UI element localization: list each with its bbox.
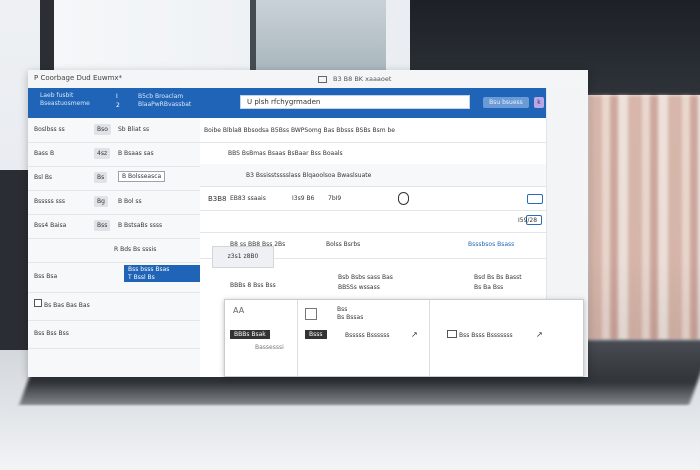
main-row-text: EB83 ssaais	[230, 195, 266, 202]
main-row-text: Boibe Blbla8 Bbsodsa B5Bss BWPSomg Bas B…	[204, 127, 395, 134]
background-desk	[0, 405, 700, 470]
sidebar-row-label: Bss Bsa	[34, 273, 58, 280]
dialog-text: Bs Bssas	[337, 314, 364, 321]
sidebar-row-chip[interactable]: Bss	[94, 220, 111, 231]
dialog-action-button[interactable]: BBBs Bsak	[230, 330, 270, 339]
main-row: BBS BsBmas Bsaas BsBaar Bss Boaals	[200, 142, 546, 165]
sidebar-row[interactable]: Bss Bss Bss	[28, 320, 200, 349]
header-action-button[interactable]: Bsu bsuess	[483, 97, 529, 108]
window-title: P Coorbage Dud Euwmx*	[34, 74, 123, 82]
sidebar-row[interactable]: Bss Bsa Bss bsss Bsas T Bssl Bs	[28, 262, 212, 293]
header-step-2: 2	[116, 102, 120, 109]
slider-handle-icon[interactable]	[527, 194, 543, 204]
main-row: B3 Bssisstsssslass Blqaoolsoa Bwaslsuate	[200, 164, 546, 187]
main-row-text: BBBs 8 Bss Bss	[230, 282, 276, 289]
selected-item-line2: T Bssl Bs	[128, 274, 155, 281]
search-input[interactable]: U plsh rfchygrmaden	[240, 95, 470, 109]
main-row: B3B8 EB83 ssaais I3s9 B6 7bI9 I59/28	[200, 186, 546, 211]
main-row-link[interactable]: Bsssbsos Bsass	[468, 241, 514, 248]
dialog-text: Bss	[337, 306, 348, 313]
main-row-text: Bsb Bsbs sass Bas	[338, 274, 393, 281]
floating-card[interactable]: z3s1 z8B0	[212, 246, 274, 268]
sidebar-row[interactable]: Bs Bas Bas Bas	[28, 292, 200, 321]
dialog-text: Bsssss Bssssss	[345, 332, 390, 339]
sidebar-row[interactable]: R Bds Bs sssis	[28, 238, 200, 263]
title-path: B3 B8 BK xaaaoet	[333, 75, 392, 83]
sidebar-row-chip[interactable]: 4sz	[94, 148, 111, 159]
dialog-panel: AA BBBs Bsak Bassesssi Bss Bs Bssas Bsss…	[224, 299, 584, 377]
sidebar-row-chip[interactable]: Bso	[94, 124, 111, 135]
sidebar-row[interactable]: Boslbss ss Bso Sb Bliat ss	[28, 118, 200, 143]
dialog-logo: AA	[233, 306, 245, 315]
main-row-text: B3 Bssisstsssslass Blqaoolsoa Bwaslsuate	[246, 172, 372, 179]
main-row: Boibe Blbla8 Bbsodsa B5Bss BWPSomg Bas B…	[200, 118, 546, 143]
sidebar-row-label: Bs Bas Bas Bas	[44, 302, 90, 309]
sidebar-row-value: Sb Bliat ss	[118, 126, 150, 133]
dialog-image-icon	[305, 308, 317, 320]
main-row-text: I3s9 B6	[292, 195, 315, 202]
sidebar-row-label: Bass B	[34, 150, 55, 157]
dialog-button[interactable]: Bsss	[305, 330, 327, 339]
dialog-column: Bss Bsss Bsssssss ↗	[429, 300, 582, 376]
sidebar-selected-item[interactable]: Bss bsss Bsas T Bssl Bs	[124, 265, 212, 282]
background-window-pane	[250, 0, 386, 72]
arrow-icon[interactable]: ↗	[411, 330, 418, 339]
dialog-text: Bss Bsss Bsssssss	[459, 332, 513, 339]
comment-icon[interactable]	[447, 330, 457, 338]
sidebar-row[interactable]: Bass B 4sz B Bsaas sas	[28, 142, 200, 167]
header-step-indicator: I 2	[116, 92, 120, 110]
sidebar-row-value: B BstsaBs ssss	[118, 222, 163, 229]
sidebar-row-label: Bsssss sss	[34, 198, 66, 205]
background-monitor	[588, 95, 700, 340]
sidebar-checkbox[interactable]	[34, 299, 42, 307]
header-mid-labels: B5cb Broaclam BlaaPwRBvassbat	[138, 93, 191, 109]
header-step-1: I	[116, 93, 118, 100]
header-left-line2: Bseastuosmeme	[40, 100, 90, 107]
title-bar: P Coorbage Dud Euwmx* B3 B8 BK xaaaoet	[28, 70, 588, 89]
link-icon[interactable]: Bg	[94, 196, 108, 207]
main-row-code: B3B8	[208, 195, 227, 203]
arrow-icon[interactable]: ↗	[536, 330, 543, 339]
sidebar-row-value: R Bds Bs sssis	[114, 246, 157, 253]
sidebar-row[interactable]: Bsl Bs Bs B Bolsseasca	[28, 166, 200, 191]
sidebar-row[interactable]: Bsssss sss Bg B Bol ss	[28, 190, 200, 215]
main-row-value: I59/28	[518, 217, 538, 224]
header-left-line1: Laeb fusbit	[40, 92, 74, 99]
sidebar-row-value: B Bol ss	[118, 198, 142, 205]
sidebar-row-chip[interactable]: Bs	[94, 172, 108, 183]
sidebar: Boslbss ss Bso Sb Bliat ss Bass B 4sz B …	[28, 118, 212, 377]
selected-item-line1: Bss bsss Bsas	[128, 266, 170, 273]
sidebar-row-label: Bsl Bs	[34, 174, 53, 181]
main-row: I59/28	[200, 210, 546, 233]
header-mid-line1: B5cb Broaclam	[138, 93, 184, 100]
sidebar-row-label: Bss4 Baisa	[34, 222, 67, 229]
header-menu-button[interactable]: k	[534, 97, 544, 108]
main-row-text: BBSSs wssass	[338, 284, 380, 291]
sidebar-row-label: Bss Bss Bss	[34, 330, 69, 337]
main-row-text: BBS BsBmas Bsaas BsBaar Bss Boaals	[228, 150, 343, 157]
document-icon[interactable]	[318, 76, 327, 83]
dialog-subtext: Bassesssi	[255, 344, 284, 351]
sidebar-row-field[interactable]: B Bolsseasca	[118, 171, 166, 182]
sidebar-row[interactable]: Bss4 Baisa Bss B BstsaBs ssss	[28, 214, 200, 239]
sidebar-row-label: Boslbss ss	[34, 126, 65, 133]
toggle-icon[interactable]	[398, 192, 409, 205]
dialog-column: Bss Bs Bssas Bsss Bsssss Bssssss ↗	[297, 300, 430, 376]
main-row-text: 7bI9	[328, 195, 342, 202]
dialog-column: AA BBBs Bsak Bassesssi	[225, 300, 298, 376]
main-row-text: Bsd Bs Bs Basst	[474, 274, 522, 281]
main-row-text: Bolss Bsrbs	[326, 241, 361, 248]
header-left-labels: Laeb fusbit Bseastuosmeme	[40, 92, 90, 108]
sidebar-row-value: B Bsaas sas	[118, 150, 154, 157]
header-mid-line2: BlaaPwRBvassbat	[138, 101, 192, 108]
main-row-text: Bs Ba Bss	[474, 284, 504, 291]
header-bar: Laeb fusbit Bseastuosmeme I 2 B5cb Broac…	[28, 88, 546, 118]
